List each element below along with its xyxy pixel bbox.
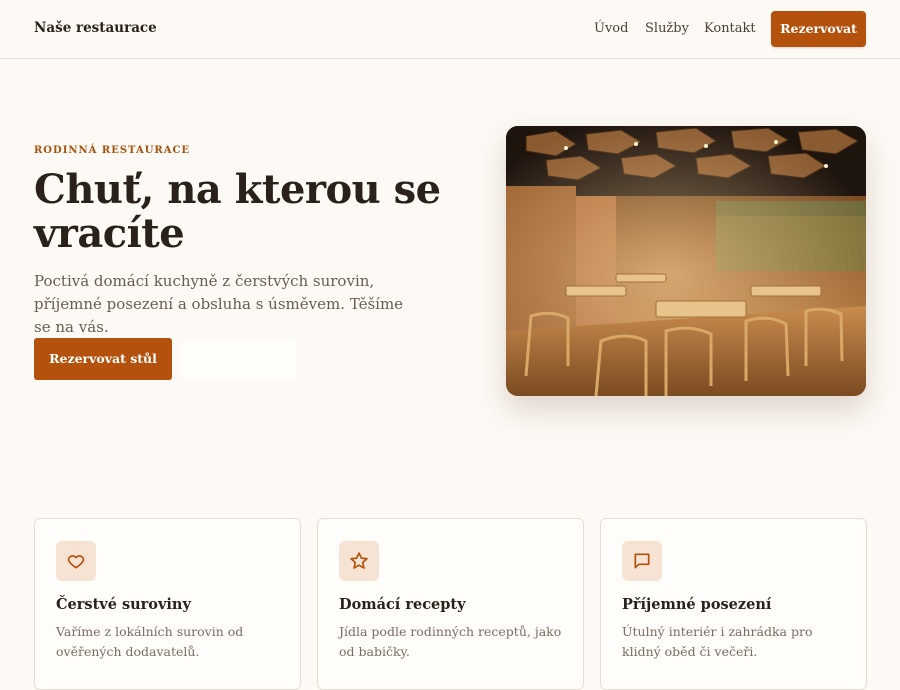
feature-card-fresh-ingredients: Čerstvé suroviny Vaříme z lokálních suro… <box>34 518 301 690</box>
reserve-button-header[interactable]: Rezervovat <box>771 11 866 47</box>
site-header: Naše restaurace Úvod Služby Kontakt Reze… <box>0 0 900 59</box>
hero-description: Poctivá domácí kuchyně z čerstvých surov… <box>34 272 404 336</box>
hero-eyebrow: RODINNÁ RESTAURACE <box>34 145 191 156</box>
restaurant-interior-image <box>506 126 866 396</box>
brand-logo[interactable]: Naše restaurace <box>34 20 157 36</box>
feature-title: Příjemné posezení <box>622 596 772 613</box>
star-icon <box>339 541 379 581</box>
heart-icon <box>56 541 96 581</box>
feature-title: Čerstvé suroviny <box>56 596 191 613</box>
secondary-button[interactable] <box>182 338 296 380</box>
hero-title: Chuť, na kterou se vracíte <box>34 166 441 257</box>
feature-text: Útulný interiér i zahrádka pro klidný ob… <box>622 624 813 659</box>
nav-link-kontakt[interactable]: Kontakt <box>704 21 756 36</box>
feature-text: Vaříme z lokálních surovin od ověřených … <box>56 624 244 659</box>
nav-link-uvod[interactable]: Úvod <box>594 21 628 36</box>
feature-text: Jídla podle rodinných receptů, jako od b… <box>339 624 562 659</box>
reserve-table-button[interactable]: Rezervovat stůl <box>34 338 172 380</box>
nav-link-sluzby[interactable]: Služby <box>645 21 689 36</box>
feature-card-pleasant-seating: Příjemné posezení Útulný interiér i zahr… <box>600 518 867 690</box>
feature-card-home-recipes: Domácí recepty Jídla podle rodinných rec… <box>317 518 584 690</box>
chat-icon <box>622 541 662 581</box>
feature-title: Domácí recepty <box>339 596 466 613</box>
